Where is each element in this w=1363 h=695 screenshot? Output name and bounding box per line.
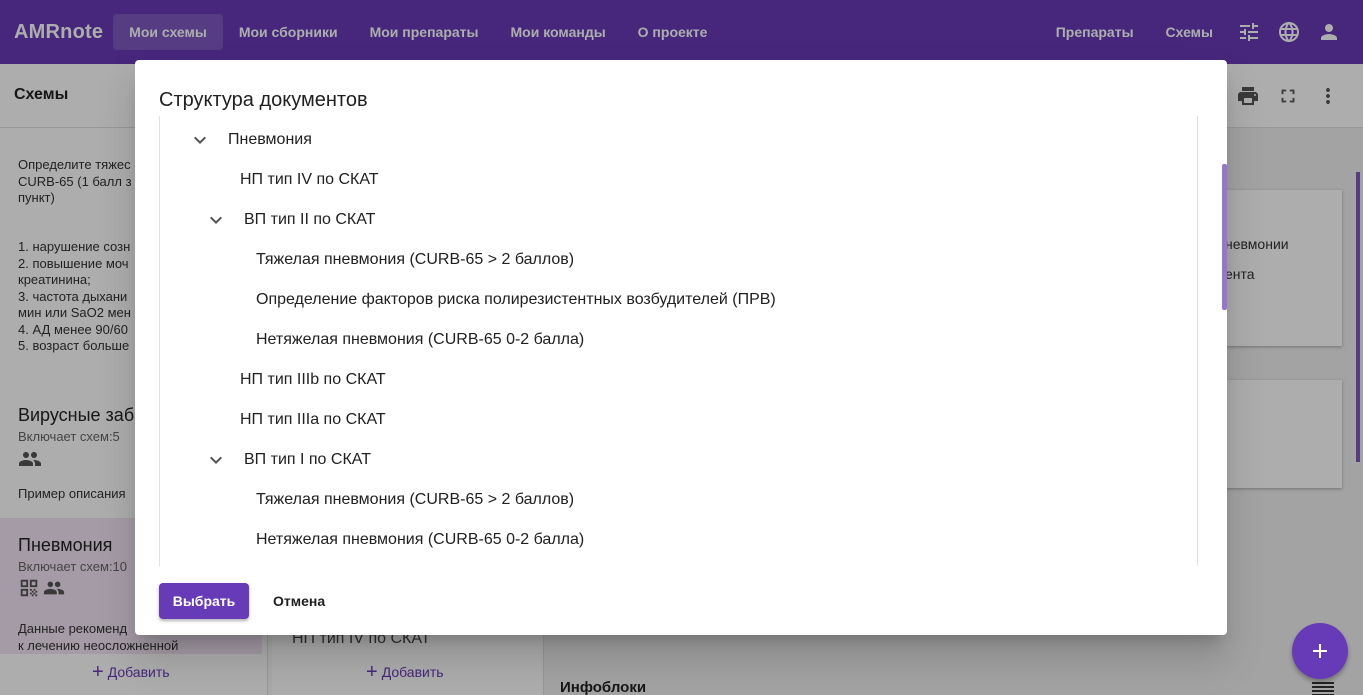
tree-node-vp-i[interactable]: ВП тип I по СКАТ <box>204 440 371 480</box>
add-fab-button[interactable] <box>1292 623 1348 679</box>
tree-node-severe-i[interactable]: Тяжелая пневмония (CURB-65 > 2 баллов) <box>256 480 574 520</box>
tree-node-label: Тяжелая пневмония (CURB-65 > 2 баллов) <box>256 491 575 508</box>
tree-node-risk-factors[interactable]: Определение факторов риска полирезистент… <box>256 280 776 320</box>
tree-node-np-iiia[interactable]: НП тип IIIa по СКАТ <box>240 400 386 440</box>
tree-node-label: Определение факторов риска полирезистент… <box>256 291 776 308</box>
document-tree: Пневмония НП тип IV по СКАТ ВП тип II по… <box>159 116 1198 566</box>
chevron-down-icon[interactable] <box>204 448 228 472</box>
tree-node-np-iiib[interactable]: НП тип IIIb по СКАТ <box>240 360 386 400</box>
tree-node-np-iv[interactable]: НП тип IV по СКАТ <box>240 160 379 200</box>
tree-node-label: НП тип IIIa по СКАТ <box>240 411 386 428</box>
tree-node-label: ВП тип II по СКАТ <box>244 211 376 228</box>
dialog-title: Структура документов <box>159 89 368 111</box>
tree-node-severe-ii[interactable]: Тяжелая пневмония (CURB-65 > 2 баллов) <box>256 240 574 280</box>
tree-node-vp-ii[interactable]: ВП тип II по СКАТ <box>204 200 375 240</box>
document-structure-dialog: Структура документов Пневмония НП тип IV… <box>135 60 1227 635</box>
chevron-down-icon[interactable] <box>204 208 228 232</box>
select-button[interactable]: Выбрать <box>159 583 249 619</box>
tree-node-label: ВП тип I по СКАТ <box>244 451 371 468</box>
dialog-actions: Выбрать Отмена <box>159 583 341 619</box>
chevron-down-icon[interactable] <box>188 128 212 152</box>
tree-node-pneumonia[interactable]: Пневмония <box>188 120 312 160</box>
tree-node-label: Тяжелая пневмония (CURB-65 > 2 баллов) <box>256 251 575 268</box>
dialog-scrollbar[interactable] <box>1222 164 1227 310</box>
tree-node-nonsevere-ii[interactable]: Нетяжелая пневмония (CURB-65 0-2 балла) <box>256 320 584 360</box>
plus-icon <box>1313 644 1327 658</box>
tree-node-label: Нетяжелая пневмония (CURB-65 0-2 балла) <box>256 331 585 348</box>
cancel-button[interactable]: Отмена <box>257 583 341 619</box>
tree-node-label: Пневмония <box>228 131 312 148</box>
tree-node-label: НП тип IIIb по СКАТ <box>240 371 386 388</box>
tree-node-label: Нетяжелая пневмония (CURB-65 0-2 балла) <box>256 531 585 548</box>
tree-node-label: НП тип IV по СКАТ <box>240 171 379 188</box>
tree-node-nonsevere-i[interactable]: Нетяжелая пневмония (CURB-65 0-2 балла) <box>256 520 584 560</box>
